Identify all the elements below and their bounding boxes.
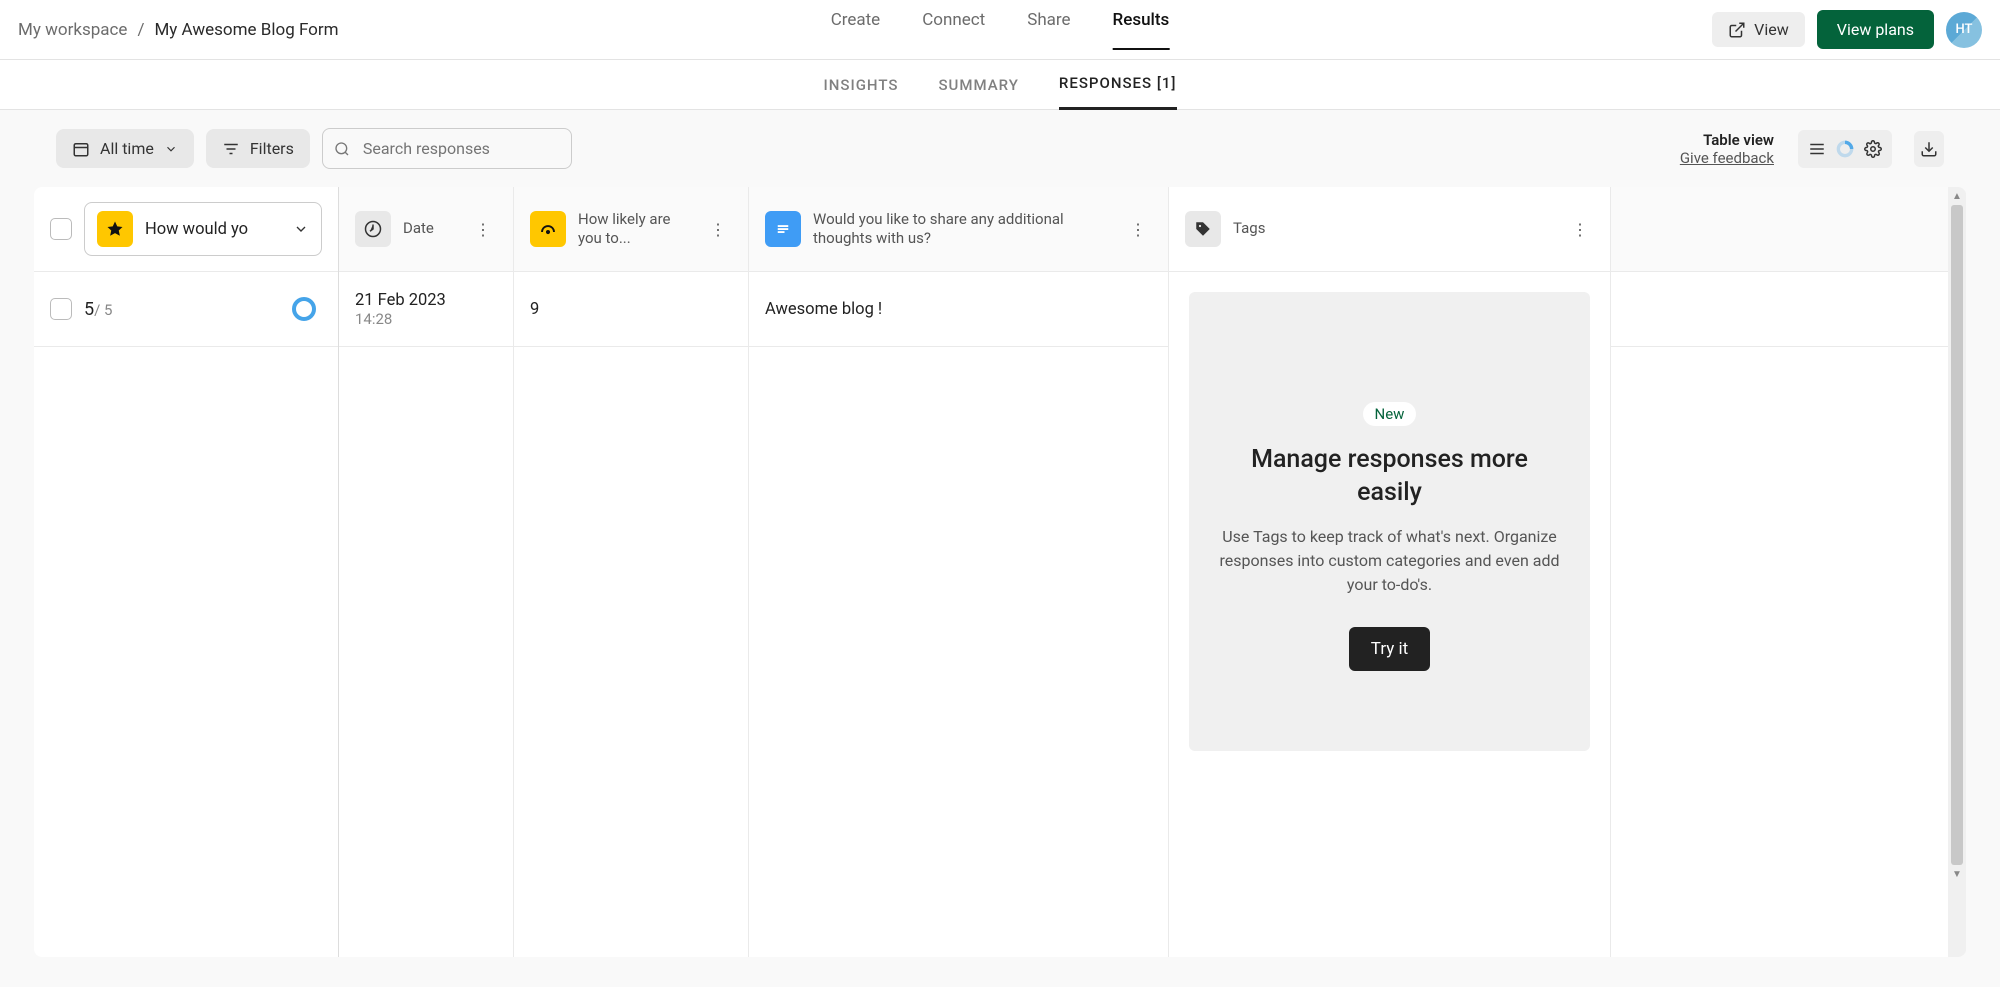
- tag-icon: [1185, 211, 1221, 247]
- date-column-title: Date: [403, 219, 457, 239]
- status-indicator-icon: [292, 297, 316, 321]
- view-button-label: View: [1754, 20, 1789, 39]
- time-filter-dropdown[interactable]: All time: [56, 129, 194, 168]
- responses-table: How would yo 5/ 5 Date ⋮ 21: [34, 187, 1966, 957]
- thoughts-cell: Awesome blog !: [749, 272, 1168, 347]
- try-it-button[interactable]: Try it: [1349, 627, 1430, 671]
- table-row[interactable]: 5/ 5: [34, 272, 338, 347]
- calendar-icon: [72, 140, 90, 158]
- loading-spinner-icon: [1832, 136, 1858, 162]
- app-header: My workspace / My Awesome Blog Form Crea…: [0, 0, 2000, 60]
- tags-column-header: Tags ⋮: [1169, 187, 1610, 272]
- row-checkbox[interactable]: [50, 298, 72, 320]
- view-plans-button[interactable]: View plans: [1817, 10, 1934, 49]
- top-nav: Create Connect Share Results: [831, 10, 1170, 50]
- promo-title: Manage responses more easily: [1219, 444, 1560, 509]
- nav-connect[interactable]: Connect: [922, 10, 985, 50]
- nav-create[interactable]: Create: [831, 10, 881, 50]
- question-selector-label: How would yo: [145, 220, 281, 239]
- filters-button[interactable]: Filters: [206, 129, 310, 168]
- nps-column-title: How likely are you to...: [578, 210, 692, 249]
- nav-results[interactable]: Results: [1113, 10, 1170, 50]
- empty-column-header: [1611, 187, 1965, 272]
- settings-icon[interactable]: [1860, 136, 1886, 162]
- external-link-icon: [1728, 21, 1746, 39]
- tab-summary[interactable]: SUMMARY: [938, 61, 1018, 109]
- tags-column-title: Tags: [1233, 219, 1554, 239]
- empty-cell: [1611, 272, 1965, 347]
- column-menu-button[interactable]: ⋮: [469, 215, 497, 243]
- search-wrap: [322, 128, 572, 169]
- give-feedback-link[interactable]: Give feedback: [1680, 149, 1774, 167]
- gauge-icon: [530, 211, 566, 247]
- tab-responses[interactable]: RESPONSES [1]: [1059, 59, 1177, 110]
- header-actions: View View plans HT: [1712, 10, 1982, 49]
- thoughts-column: Would you like to share any additional t…: [749, 187, 1169, 957]
- breadcrumb-separator: /: [137, 20, 144, 40]
- chevron-down-icon: [293, 221, 309, 237]
- score-value: 5/ 5: [84, 299, 112, 320]
- filter-icon: [222, 140, 240, 158]
- column-menu-button[interactable]: ⋮: [1566, 215, 1594, 243]
- question-selector-dropdown[interactable]: How would yo: [84, 202, 322, 256]
- tags-column: Tags ⋮ New Manage responses more easily …: [1169, 187, 1611, 957]
- table-view-info: Table view Give feedback: [1680, 131, 1774, 167]
- scroll-down-icon[interactable]: ▼: [1948, 865, 1966, 883]
- nav-share[interactable]: Share: [1027, 10, 1070, 50]
- select-all-checkbox[interactable]: [50, 218, 72, 240]
- column-menu-button[interactable]: ⋮: [704, 215, 732, 243]
- content: How would yo 5/ 5 Date ⋮ 21: [0, 187, 2000, 987]
- chevron-down-icon: [164, 142, 178, 156]
- filters-label: Filters: [250, 139, 294, 158]
- view-toggle: [1798, 130, 1892, 168]
- text-icon: [765, 211, 801, 247]
- download-icon: [1920, 140, 1938, 158]
- date-cell: 21 Feb 2023 14:28: [339, 272, 513, 347]
- breadcrumb-current[interactable]: My Awesome Blog Form: [154, 20, 338, 40]
- sub-nav: INSIGHTS SUMMARY RESPONSES [1]: [0, 60, 2000, 110]
- breadcrumb: My workspace / My Awesome Blog Form: [18, 20, 339, 40]
- question-column-header: How would yo: [34, 187, 338, 272]
- search-icon: [334, 141, 350, 157]
- tags-promo-card: New Manage responses more easily Use Tag…: [1189, 292, 1590, 751]
- toolbar: All time Filters Table view Give feedbac…: [0, 110, 2000, 187]
- table-view-title: Table view: [1680, 131, 1774, 149]
- download-button[interactable]: [1914, 131, 1944, 167]
- search-input[interactable]: [322, 128, 572, 169]
- date-column-header: Date ⋮: [339, 187, 513, 272]
- avatar[interactable]: HT: [1946, 12, 1982, 48]
- new-badge: New: [1363, 402, 1417, 426]
- promo-body: Use Tags to keep track of what's next. O…: [1219, 525, 1560, 597]
- vertical-scrollbar[interactable]: ▲ ▼: [1948, 187, 1966, 957]
- clock-icon: [355, 211, 391, 247]
- date-column: Date ⋮ 21 Feb 2023 14:28: [339, 187, 514, 957]
- thoughts-column-title: Would you like to share any additional t…: [813, 210, 1112, 249]
- nps-cell: 9: [514, 272, 748, 347]
- thoughts-column-header: Would you like to share any additional t…: [749, 187, 1168, 272]
- column-menu-button[interactable]: ⋮: [1124, 215, 1152, 243]
- list-view-icon[interactable]: [1804, 136, 1830, 162]
- view-button[interactable]: View: [1712, 12, 1805, 47]
- breadcrumb-workspace[interactable]: My workspace: [18, 20, 127, 40]
- empty-column: [1611, 187, 1966, 957]
- scroll-up-icon[interactable]: ▲: [1948, 187, 1966, 205]
- tab-insights[interactable]: INSIGHTS: [823, 61, 898, 109]
- nps-column-header: How likely are you to... ⋮: [514, 187, 748, 272]
- nps-column: How likely are you to... ⋮ 9: [514, 187, 749, 957]
- time-filter-label: All time: [100, 139, 154, 158]
- question-column: How would yo 5/ 5: [34, 187, 339, 957]
- scroll-thumb[interactable]: [1951, 205, 1963, 865]
- star-icon: [97, 211, 133, 247]
